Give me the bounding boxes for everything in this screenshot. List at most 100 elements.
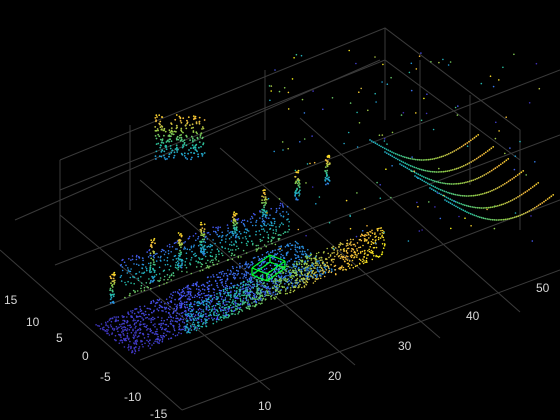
point-3563 bbox=[492, 188, 495, 191]
point-2876 bbox=[151, 246, 153, 249]
point-762 bbox=[189, 291, 192, 293]
point-2272 bbox=[376, 229, 379, 232]
point-2546 bbox=[212, 239, 214, 241]
point-3214 bbox=[190, 135, 193, 138]
point-3768 bbox=[415, 112, 417, 114]
point-1199 bbox=[178, 328, 181, 330]
point-312 bbox=[236, 274, 238, 276]
point-2781 bbox=[236, 219, 239, 221]
point-3091 bbox=[326, 169, 329, 172]
point-2407 bbox=[189, 263, 192, 266]
point-3631 bbox=[522, 192, 525, 195]
point-1342 bbox=[222, 286, 225, 288]
point-3655 bbox=[471, 213, 474, 216]
point-2612 bbox=[287, 225, 290, 227]
point-2952 bbox=[202, 240, 205, 243]
point-2025 bbox=[200, 312, 202, 315]
point-317 bbox=[307, 269, 309, 272]
point-cloud-plot[interactable]: 10 20 30 40 50 15 10 5 0 -5 -10 -15 bbox=[0, 0, 560, 420]
point-2693 bbox=[277, 234, 280, 236]
point-2091 bbox=[235, 295, 238, 298]
point-466 bbox=[216, 274, 218, 276]
point-1318 bbox=[246, 283, 249, 286]
point-2232 bbox=[333, 265, 336, 268]
point-2832 bbox=[111, 284, 113, 287]
point-3062 bbox=[298, 186, 301, 188]
point-3622 bbox=[506, 201, 508, 204]
point-2586 bbox=[245, 242, 248, 245]
point-2109 bbox=[331, 252, 334, 254]
point-3398 bbox=[475, 135, 478, 138]
point-3831 bbox=[432, 128, 435, 131]
point-2753 bbox=[175, 248, 177, 250]
point-3282 bbox=[178, 115, 181, 118]
point-1841 bbox=[204, 320, 207, 322]
point-2659 bbox=[173, 275, 175, 277]
point-2823 bbox=[109, 302, 112, 304]
point-1263 bbox=[130, 331, 133, 334]
point-3718 bbox=[345, 199, 348, 202]
point-3476 bbox=[428, 178, 431, 181]
point-1222 bbox=[169, 308, 171, 311]
point-2001 bbox=[293, 263, 295, 265]
point-909 bbox=[162, 310, 164, 312]
point-2913 bbox=[180, 244, 183, 246]
point-2319 bbox=[249, 218, 252, 220]
point-1818 bbox=[350, 244, 352, 246]
point-3068 bbox=[297, 184, 300, 187]
point-3221 bbox=[182, 140, 184, 143]
point-3648 bbox=[458, 207, 461, 210]
point-262 bbox=[147, 340, 150, 343]
point-3712 bbox=[456, 114, 459, 116]
point-2761 bbox=[246, 228, 248, 230]
point-2239 bbox=[326, 258, 328, 261]
point-356 bbox=[152, 310, 155, 313]
point-2248 bbox=[342, 258, 345, 261]
point-3783 bbox=[436, 192, 439, 194]
point-1541 bbox=[307, 264, 310, 267]
point-3387 bbox=[455, 149, 458, 151]
point-2243 bbox=[358, 258, 361, 261]
point-3370 bbox=[424, 159, 426, 161]
point-64 bbox=[156, 308, 158, 310]
point-2086 bbox=[339, 248, 342, 251]
point-3673 bbox=[504, 218, 507, 221]
point-2421 bbox=[169, 275, 171, 277]
point-2971 bbox=[235, 212, 237, 215]
point-2800 bbox=[110, 282, 112, 285]
point-2941 bbox=[200, 234, 203, 237]
point-1516 bbox=[276, 293, 279, 296]
point-1760 bbox=[319, 274, 321, 277]
point-875 bbox=[180, 294, 183, 297]
point-3619 bbox=[500, 203, 503, 206]
point-408 bbox=[135, 308, 138, 310]
point-3852 bbox=[381, 134, 384, 136]
point-1470 bbox=[334, 255, 336, 258]
point-2534 bbox=[263, 244, 266, 246]
point-118 bbox=[200, 284, 203, 287]
point-3338 bbox=[184, 156, 187, 159]
point-1348 bbox=[290, 244, 293, 247]
point-3716 bbox=[358, 122, 361, 124]
point-3348 bbox=[383, 147, 386, 150]
point-2600 bbox=[221, 252, 223, 255]
point-3026 bbox=[261, 220, 264, 223]
point-3281 bbox=[157, 133, 160, 136]
point-1031 bbox=[114, 334, 117, 337]
point-2056 bbox=[338, 246, 340, 248]
point-1891 bbox=[194, 300, 196, 303]
point-3629 bbox=[518, 194, 521, 197]
point-1471 bbox=[209, 308, 211, 311]
point-231 bbox=[249, 273, 252, 276]
point-3630 bbox=[520, 193, 523, 196]
point-1751 bbox=[222, 309, 225, 312]
point-2724 bbox=[163, 259, 166, 261]
point-929 bbox=[227, 269, 229, 271]
point-3349 bbox=[385, 148, 388, 151]
point-1609 bbox=[210, 296, 212, 298]
point-1001 bbox=[295, 257, 298, 259]
point-3356 bbox=[398, 154, 401, 157]
point-2784 bbox=[190, 245, 193, 247]
point-2613 bbox=[197, 261, 199, 264]
point-2402 bbox=[245, 231, 248, 234]
